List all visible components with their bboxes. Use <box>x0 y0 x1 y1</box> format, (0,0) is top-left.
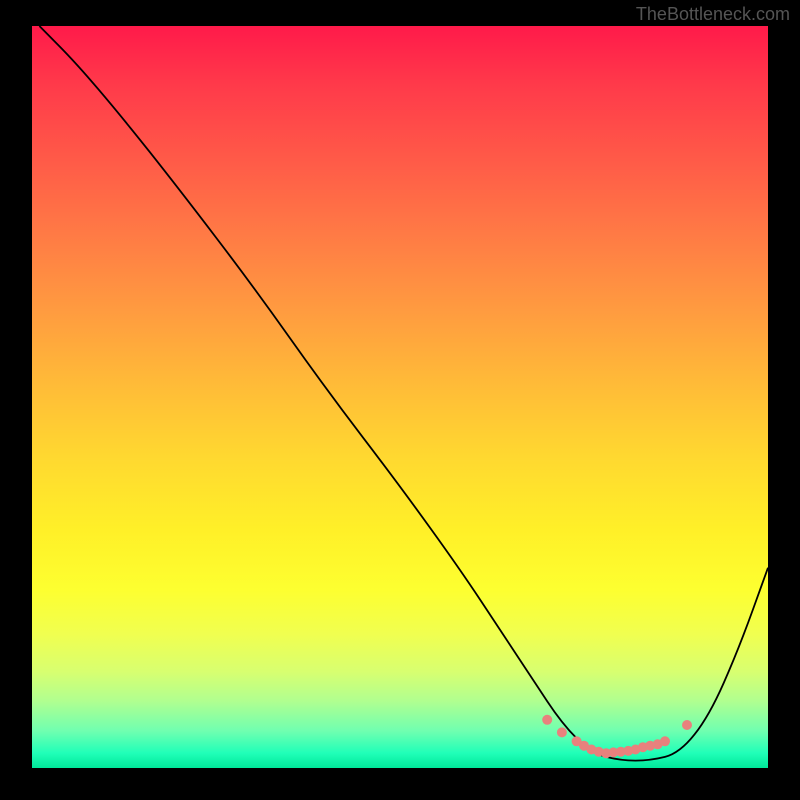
chart-svg <box>32 26 768 768</box>
marker-point <box>682 720 692 730</box>
watermark-text: TheBottleneck.com <box>636 4 790 25</box>
marker-group <box>542 715 692 758</box>
marker-point <box>542 715 552 725</box>
plot-area <box>32 26 768 768</box>
bottleneck-curve <box>39 26 768 761</box>
marker-point <box>660 736 670 746</box>
marker-point <box>557 727 567 737</box>
